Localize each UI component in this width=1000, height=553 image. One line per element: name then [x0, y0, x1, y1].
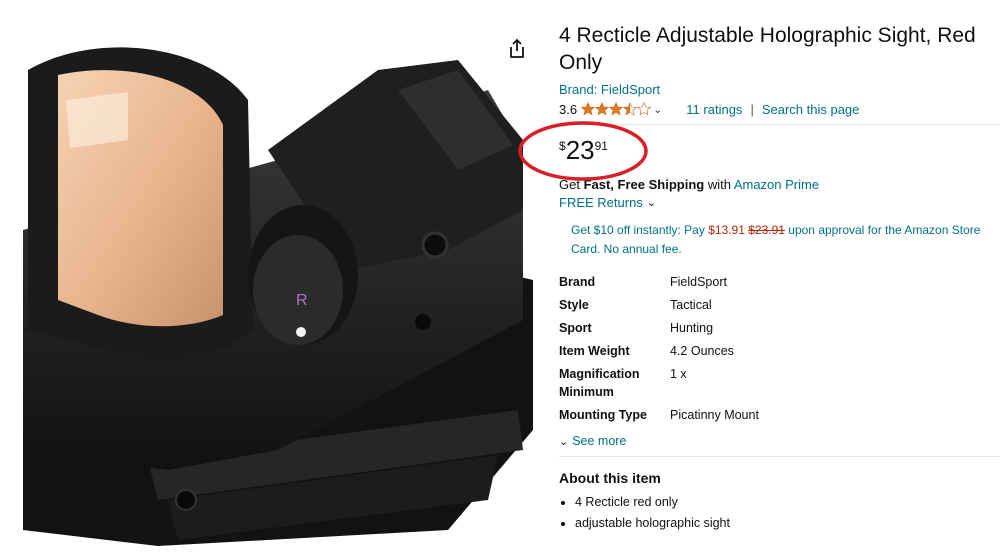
- chevron-down-icon[interactable]: ⌄: [653, 103, 662, 116]
- spec-value: Hunting: [670, 321, 714, 335]
- spec-key: Brand: [559, 275, 596, 289]
- about-list: 4 Recticle red only adjustable holograph…: [559, 492, 995, 534]
- brand-link[interactable]: Brand: FieldSport: [559, 82, 995, 97]
- see-more-label[interactable]: See more: [572, 434, 626, 448]
- table-row: Mounting Type Picatinny Mount: [559, 406, 759, 429]
- star-icon: [581, 102, 651, 116]
- shipping-middle: with: [704, 177, 734, 192]
- free-returns[interactable]: FREE Returns ⌄: [559, 195, 995, 210]
- spec-value: Tactical: [670, 298, 712, 312]
- see-more-link[interactable]: ⌄ See more: [559, 434, 995, 448]
- table-row: Brand FieldSport: [559, 273, 759, 296]
- about-heading: About this item: [559, 470, 661, 486]
- spec-key: Sport: [559, 321, 592, 335]
- chevron-down-icon[interactable]: ⌄: [647, 196, 656, 209]
- table-row: Item Weight 4.2 Ounces: [559, 342, 759, 365]
- free-returns-label[interactable]: FREE Returns: [559, 195, 643, 210]
- product-image[interactable]: R: [18, 30, 538, 546]
- rating-row: 3.6 ⌄ 11 ratings | Search this page: [559, 100, 995, 118]
- promo-text-1: Get $10 off instantly: Pay: [571, 223, 709, 237]
- promo-new-price: $13.91: [708, 223, 745, 237]
- spec-value: FieldSport: [670, 275, 727, 289]
- list-item: 4 Recticle red only: [575, 492, 995, 513]
- table-row: Sport Hunting: [559, 319, 759, 342]
- chevron-down-icon: ⌄: [559, 435, 569, 448]
- star-rating[interactable]: [581, 102, 651, 116]
- spec-key: Mounting Type: [559, 408, 647, 422]
- spec-value: Picatinny Mount: [670, 408, 759, 422]
- amazon-prime-link[interactable]: Amazon Prime: [734, 177, 819, 192]
- product-info: 4 Recticle Adjustable Holographic Sight,…: [518, 22, 1000, 534]
- table-row: Magnification Minimum 1 x: [559, 365, 759, 406]
- store-card-promo[interactable]: Get $10 off instantly: Pay $13.91 $23.91…: [571, 221, 987, 259]
- product-specs-table: Brand FieldSport Style Tactical Sport Hu…: [559, 273, 759, 429]
- ratings-count-link[interactable]: 11 ratings: [686, 102, 742, 117]
- spec-key: Style: [559, 298, 589, 312]
- spec-key: Item Weight: [559, 344, 630, 358]
- search-this-page-link[interactable]: Search this page: [762, 102, 860, 117]
- price: $ 23 91: [518, 121, 995, 181]
- list-item: adjustable holographic sight: [575, 513, 995, 534]
- spec-key: Magnification Minimum: [559, 367, 640, 399]
- spec-value: 1 x: [670, 367, 687, 381]
- promo-old-price: $23.91: [748, 223, 785, 237]
- svg-text:R: R: [296, 292, 308, 309]
- rating-value: 3.6: [559, 101, 578, 117]
- product-title: 4 Recticle Adjustable Holographic Sight,…: [559, 24, 976, 74]
- rating-separator: |: [750, 101, 754, 117]
- share-icon[interactable]: [506, 38, 528, 60]
- divider: [559, 456, 1000, 457]
- highlight-circle: [518, 121, 648, 181]
- spec-value: 4.2 Ounces: [670, 344, 734, 358]
- table-row: Style Tactical: [559, 296, 759, 319]
